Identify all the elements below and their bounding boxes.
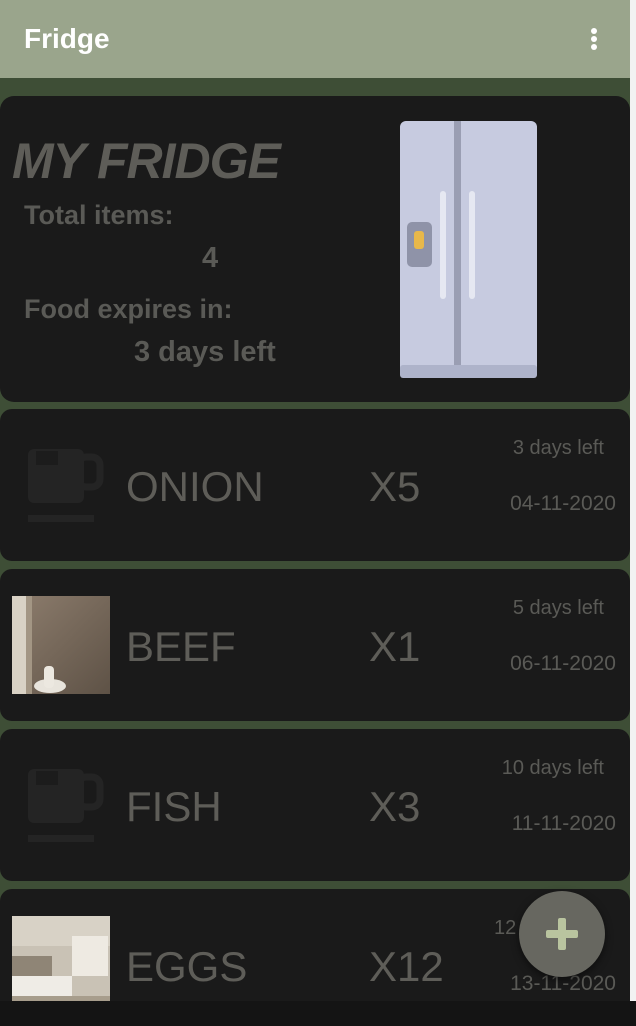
item-days-left: 3 days left bbox=[512, 437, 604, 459]
list-item-onion[interactable]: ONION X5 3 days left 04-11-2020 bbox=[0, 409, 630, 561]
item-quantity: X5 bbox=[369, 463, 421, 510]
item-expiry-date: 06-11-2020 bbox=[510, 652, 616, 675]
item-days-left: 12 bbox=[494, 917, 517, 939]
fridge-icon bbox=[400, 121, 537, 378]
plus-icon bbox=[546, 918, 578, 950]
list-item-fish[interactable]: FISH X3 10 days left 11-11-2020 bbox=[0, 729, 630, 881]
item-quantity: X1 bbox=[369, 623, 421, 670]
item-days-left: 5 days left bbox=[512, 597, 604, 619]
room-photo bbox=[12, 596, 110, 694]
expires-label: Food expires in: bbox=[24, 294, 233, 324]
item-quantity: X3 bbox=[369, 783, 421, 830]
item-quantity: X12 bbox=[369, 943, 444, 990]
cup-placeholder-icon bbox=[28, 769, 104, 842]
total-items-value: 4 bbox=[202, 242, 219, 274]
app-bar: Fridge bbox=[0, 0, 630, 78]
living-room-photo bbox=[12, 916, 110, 1014]
total-items-label: Total items: bbox=[24, 200, 174, 230]
bottom-edge bbox=[0, 1001, 636, 1026]
edge-strip bbox=[630, 0, 636, 1026]
item-expiry-date: 04-11-2020 bbox=[510, 492, 616, 515]
expires-value: 3 days left bbox=[134, 336, 276, 368]
item-expiry-date: 11-11-2020 bbox=[511, 812, 616, 835]
item-days-left: 10 days left bbox=[501, 757, 604, 779]
more-vert-icon[interactable] bbox=[582, 24, 606, 54]
cup-placeholder-icon bbox=[28, 449, 104, 522]
item-name: ONION bbox=[126, 463, 264, 510]
list-item-beef[interactable]: BEEF X1 5 days left 06-11-2020 bbox=[0, 569, 630, 721]
add-item-button[interactable] bbox=[519, 891, 605, 977]
app-title: Fridge bbox=[24, 23, 110, 54]
item-name: BEEF bbox=[126, 623, 236, 670]
item-name: EGGS bbox=[126, 943, 248, 990]
summary-title: MY FRIDGE bbox=[12, 133, 281, 189]
item-name: FISH bbox=[126, 783, 222, 830]
